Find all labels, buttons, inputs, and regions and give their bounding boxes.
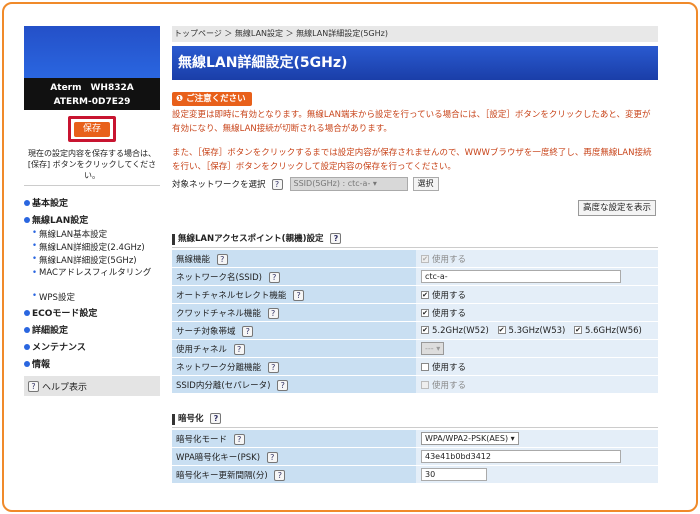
help-icon[interactable]: ?: [293, 289, 305, 301]
table-row: 暗号化モード ? WPA/WPA2-PSK(AES) ▾: [172, 430, 658, 447]
save-note: 現在の設定内容を保存する場合は、[保存] ボタンをクリックしてください。: [27, 149, 157, 180]
ssid-separator-checkbox: [421, 381, 429, 389]
save-panel: 保存 現在の設定内容を保存する場合は、[保存] ボタンをクリックしてください。: [24, 110, 160, 186]
help-icon[interactable]: ?: [242, 325, 254, 337]
quad-channel-checkbox[interactable]: ✔: [421, 309, 429, 317]
caution-heading: ❶ ご注意ください: [172, 92, 252, 106]
table-row: 無線機能 ? ✔ 使用する: [172, 250, 658, 267]
brand-banner: [24, 26, 160, 78]
select-button[interactable]: 選択: [412, 177, 439, 191]
auto-channel-checkbox[interactable]: ✔: [421, 291, 429, 299]
nav-bullet-icon: [24, 309, 30, 316]
help-icon[interactable]: ?: [266, 451, 278, 463]
nav-sub-wps[interactable]: • WPS設定: [24, 291, 160, 304]
nav-sub-wireless-basic[interactable]: • 無線LAN基本設定: [24, 228, 160, 241]
table-row: 使用チャネル ? --- ▾: [172, 340, 658, 357]
row-label: 使用チャネル: [176, 344, 227, 355]
table-row: オートチャネルセレクト機能 ? ✔ 使用する: [172, 286, 658, 303]
table-row: クワッドチャネル機能 ? ✔ 使用する: [172, 304, 658, 321]
nav-bullet-icon: [24, 199, 30, 206]
device-model: Aterm WH832A: [50, 83, 134, 93]
help-icon[interactable]: ?: [216, 253, 228, 265]
channel-select[interactable]: --- ▾: [421, 342, 445, 355]
show-advanced-button[interactable]: 高度な設定を表示: [578, 200, 656, 216]
table-row: 暗号化キー更新間隔(分) ? 30: [172, 466, 658, 483]
table-row: WPA暗号化キー(PSK) ? 43e41b0bd3412: [172, 448, 658, 465]
help-icon[interactable]: ?: [210, 413, 222, 424]
device-id: ATERM-0D7E29: [53, 97, 131, 107]
row-label: 暗号化キー更新間隔(分): [176, 470, 268, 481]
table-row: サーチ対象帯域 ? ✔ 5.2GHz(W52) ✔ 5.3GHz(W53) ✔ 5.6…: [172, 322, 658, 339]
ssid-input[interactable]: ctc-a-: [421, 270, 621, 283]
sidebar-nav: 基本設定 無線LAN設定 • 無線LAN基本設定 • 無線LAN詳細設定(2.4GH…: [24, 194, 160, 372]
section-encryption: 暗号化 ?: [172, 412, 658, 428]
nav-basic-settings[interactable]: 基本設定: [24, 194, 160, 211]
nav-sub-wireless-5ghz[interactable]: • 無線LAN詳細設定(5GHz): [24, 254, 160, 267]
nav-sub-mac-filtering[interactable]: • MACアドレスフィルタリング: [24, 267, 160, 291]
target-network-label: 対象ネットワークを選択: [172, 180, 266, 190]
row-label: ネットワーク名(SSID): [176, 272, 262, 283]
help-icon[interactable]: ?: [271, 178, 283, 190]
table-row: ネットワーク分離機能 ? 使用する: [172, 358, 658, 375]
help-icon[interactable]: ?: [330, 233, 342, 244]
nav-maintenance[interactable]: メンテナンス: [24, 338, 160, 355]
table-row: ネットワーク名(SSID) ? ctc-a-: [172, 268, 658, 285]
nav-bullet-icon: [24, 343, 30, 350]
row-label: サーチ対象帯域: [176, 326, 236, 337]
key-update-interval-input[interactable]: 30: [421, 468, 487, 481]
page-title: 無線LAN詳細設定(5GHz): [172, 46, 658, 80]
help-icon[interactable]: ?: [274, 469, 286, 481]
access-point-settings-table: 無線機能 ? ✔ 使用する ネットワーク名(SSID) ? ctc-a- オートチ…: [172, 249, 658, 394]
row-label: WPA暗号化キー(PSK): [176, 452, 261, 463]
ssid-select[interactable]: SSID(5GHz) : ctc-a- ▾: [289, 177, 408, 191]
help-icon[interactable]: ?: [233, 343, 245, 355]
breadcrumb: トップページ ＞ 無線LAN設定 ＞ 無線LAN詳細設定(5GHz): [172, 26, 658, 42]
network-isolation-checkbox[interactable]: [421, 363, 429, 371]
row-label: ネットワーク分離機能: [176, 362, 262, 373]
nav-wireless-settings[interactable]: 無線LAN設定: [24, 211, 160, 228]
row-label: 無線機能: [176, 254, 211, 265]
nav-info[interactable]: 情報: [24, 355, 160, 372]
band-w56-checkbox[interactable]: ✔: [574, 326, 583, 334]
row-label: SSID内分離(セパレータ): [176, 380, 271, 391]
help-icon[interactable]: ?: [267, 361, 279, 373]
encryption-settings-table: 暗号化モード ? WPA/WPA2-PSK(AES) ▾ WPA暗号化キー(PS…: [172, 429, 658, 484]
nav-advanced-settings[interactable]: 詳細設定: [24, 321, 160, 338]
wireless-function-checkbox: ✔: [421, 255, 429, 263]
band-w52-checkbox[interactable]: ✔: [421, 326, 429, 334]
section-access-point: 無線LANアクセスポイント(親機)設定 ?: [172, 232, 658, 248]
help-icon[interactable]: ?: [277, 379, 289, 391]
help-icon: ?: [28, 380, 39, 392]
table-row: SSID内分離(セパレータ) ? 使用する: [172, 376, 658, 393]
row-label: オートチャネルセレクト機能: [176, 290, 287, 301]
nav-bullet-icon: [24, 360, 30, 367]
nav-eco-mode[interactable]: ECOモード設定: [24, 304, 160, 321]
save-button[interactable]: 保存: [74, 122, 110, 137]
device-info: Aterm WH832A ATERM-0D7E29: [24, 78, 160, 110]
band-w53-checkbox[interactable]: ✔: [497, 326, 506, 334]
caution-text-2: また、［保存］ボタンをクリックするまでは設定内容が保存されませんので、WWWブラ…: [172, 148, 652, 172]
help-label: ヘルプ表示: [42, 382, 88, 393]
psk-input[interactable]: 43e41b0bd3412: [421, 450, 621, 463]
help-icon[interactable]: ?: [267, 307, 279, 319]
caution-text-1: 設定変更は即時に有効となります。無線LAN端末から設定を行っている場合には、［設…: [172, 110, 651, 134]
row-label: 暗号化モード: [176, 434, 228, 445]
nav-sub-wireless-24ghz[interactable]: • 無線LAN詳細設定(2.4GHz): [24, 241, 160, 254]
help-icon[interactable]: ?: [268, 271, 280, 283]
nav-bullet-icon: [24, 216, 30, 223]
help-icon[interactable]: ?: [233, 433, 245, 445]
nav-bullet-icon: [24, 326, 30, 333]
encryption-mode-select[interactable]: WPA/WPA2-PSK(AES) ▾: [421, 432, 519, 445]
target-network-row: 対象ネットワークを選択 ? SSID(5GHz) : ctc-a- ▾ 選択: [172, 176, 658, 192]
caution-icon: ❶: [176, 94, 187, 104]
row-label: クワッドチャネル機能: [176, 308, 261, 319]
help-button[interactable]: ? ヘルプ表示: [24, 376, 160, 396]
